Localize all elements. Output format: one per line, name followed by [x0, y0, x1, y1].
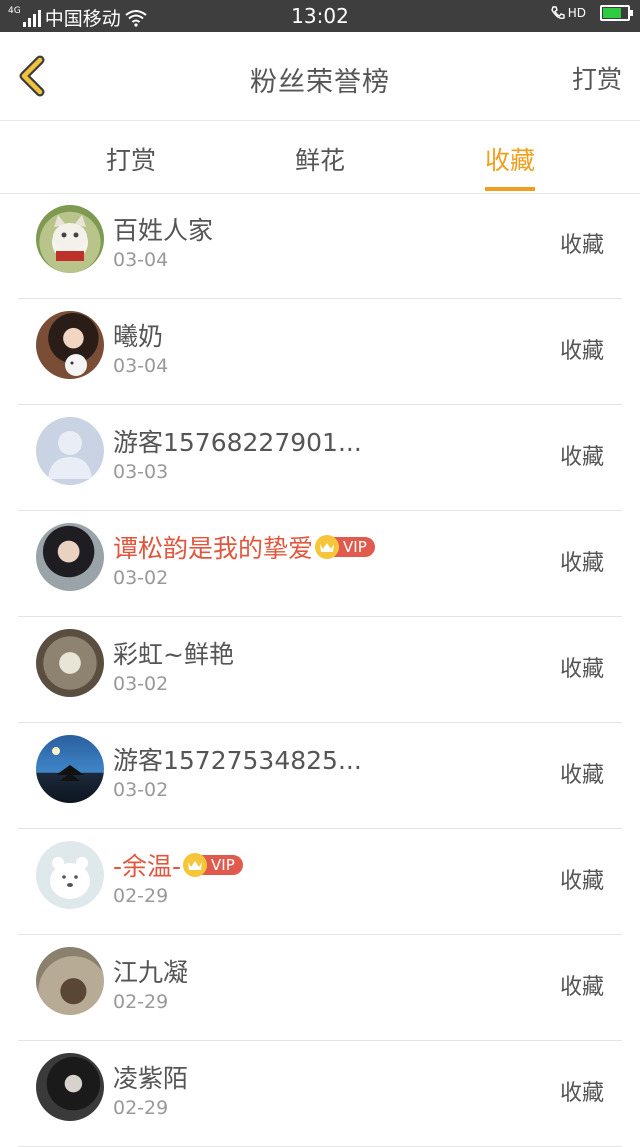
tab-flowers[interactable]: 鲜花 — [295, 141, 345, 177]
list-item[interactable]: -余温- VIP 02-29 收藏 — [18, 829, 622, 935]
fan-name: 谭松韵是我的挚爱 VIP — [113, 529, 375, 565]
fan-date: 02-29 — [113, 885, 169, 907]
crown-icon — [183, 853, 208, 877]
tab-flowers-label: 鲜花 — [295, 146, 346, 175]
battery-icon — [600, 5, 633, 21]
fan-date: 03-03 — [113, 461, 169, 483]
fan-name: -余温- VIP — [113, 847, 243, 883]
avatar[interactable] — [36, 947, 104, 1015]
fan-name-text: 江九凝 — [113, 958, 189, 987]
fan-name: 游客15727534825... — [113, 741, 362, 777]
hd-call-icon: HD — [550, 5, 586, 21]
fan-date: 03-02 — [113, 673, 169, 695]
tab-bar: 打赏 鲜花 收藏 — [0, 121, 640, 194]
fan-name-text: 曦奶 — [113, 322, 164, 351]
fan-action-label: 收藏 — [559, 445, 604, 470]
tab-reward[interactable]: 打赏 — [106, 141, 156, 177]
avatar[interactable] — [36, 417, 104, 485]
fan-action-label: 收藏 — [559, 233, 604, 258]
tab-indicator — [485, 187, 536, 191]
avatar[interactable] — [36, 629, 104, 697]
tab-favorites[interactable]: 收藏 — [485, 141, 536, 191]
fan-date: 03-02 — [113, 779, 169, 801]
list-item[interactable]: 彩虹~鲜艳 03-02 收藏 — [18, 617, 622, 723]
avatar[interactable] — [36, 205, 104, 273]
fan-name: 百姓人家 — [113, 211, 213, 247]
fan-name: 彩虹~鲜艳 — [113, 635, 234, 671]
avatar[interactable] — [36, 523, 104, 591]
fan-action-label: 收藏 — [559, 657, 604, 682]
fan-name: 曦奶 — [113, 317, 163, 353]
fan-name-text: 谭松韵是我的挚爱 — [113, 534, 314, 563]
list-item[interactable]: 百姓人家 03-04 收藏 — [18, 193, 622, 299]
fan-name-text: 百姓人家 — [113, 216, 214, 245]
fan-action-label: 收藏 — [559, 763, 604, 788]
fan-name-text: 彩虹~鲜艳 — [113, 640, 234, 669]
crown-icon — [315, 535, 340, 559]
avatar[interactable] — [36, 735, 104, 803]
list-item[interactable]: 江九凝 02-29 收藏 — [18, 935, 622, 1041]
tab-reward-label: 打赏 — [106, 146, 157, 175]
fan-name-text: 游客15768227901... — [113, 428, 362, 457]
status-bar-right: HD — [550, 5, 633, 21]
fan-action-label: 收藏 — [559, 1081, 604, 1106]
fan-date: 03-04 — [113, 355, 169, 377]
fan-date: 03-04 — [113, 249, 169, 271]
avatar[interactable] — [36, 841, 104, 909]
hd-label: HD — [567, 6, 586, 20]
avatar[interactable] — [36, 311, 104, 379]
fan-name-text: 游客15727534825... — [113, 746, 362, 775]
tab-favorites-label: 收藏 — [485, 146, 536, 175]
fan-name: 游客15768227901... — [113, 423, 362, 459]
fan-name-text: -余温- — [113, 852, 182, 881]
fan-name: 江九凝 — [113, 953, 188, 989]
fan-action-label: 收藏 — [559, 339, 604, 364]
avatar[interactable] — [36, 1053, 104, 1121]
status-bar: 4G 中国移动 13:02 HD — [0, 0, 640, 32]
list-item[interactable]: 游客15727534825... 03-02 收藏 — [18, 723, 622, 829]
fan-name: 凌紫陌 — [113, 1059, 188, 1095]
page-title: 粉丝荣誉榜 — [250, 67, 390, 98]
fan-date: 03-02 — [113, 567, 169, 589]
fan-list: 百姓人家 03-04 收藏 曦奶 03-04 收藏 游客15768227901.… — [18, 193, 622, 1147]
list-item[interactable]: 游客15768227901... 03-03 收藏 — [18, 405, 622, 511]
fan-action-label: 收藏 — [559, 869, 604, 894]
fan-action-label: 收藏 — [559, 975, 604, 1000]
vip-badge: VIP — [183, 853, 243, 877]
vip-badge: VIP — [315, 535, 375, 559]
header-reward-button[interactable]: 打赏 — [572, 60, 622, 96]
list-item[interactable]: 凌紫陌 02-29 收藏 — [18, 1041, 622, 1147]
status-time: 13:02 — [291, 4, 349, 28]
fan-action-label: 收藏 — [559, 551, 604, 576]
fan-date: 02-29 — [113, 1097, 169, 1119]
list-item[interactable]: 谭松韵是我的挚爱 VIP 03-02 收藏 — [18, 511, 622, 617]
fan-name-text: 凌紫陌 — [113, 1064, 189, 1093]
nav-header: 粉丝荣誉榜 打赏 — [0, 32, 640, 121]
list-item[interactable]: 曦奶 03-04 收藏 — [18, 299, 622, 405]
fan-date: 02-29 — [113, 991, 169, 1013]
